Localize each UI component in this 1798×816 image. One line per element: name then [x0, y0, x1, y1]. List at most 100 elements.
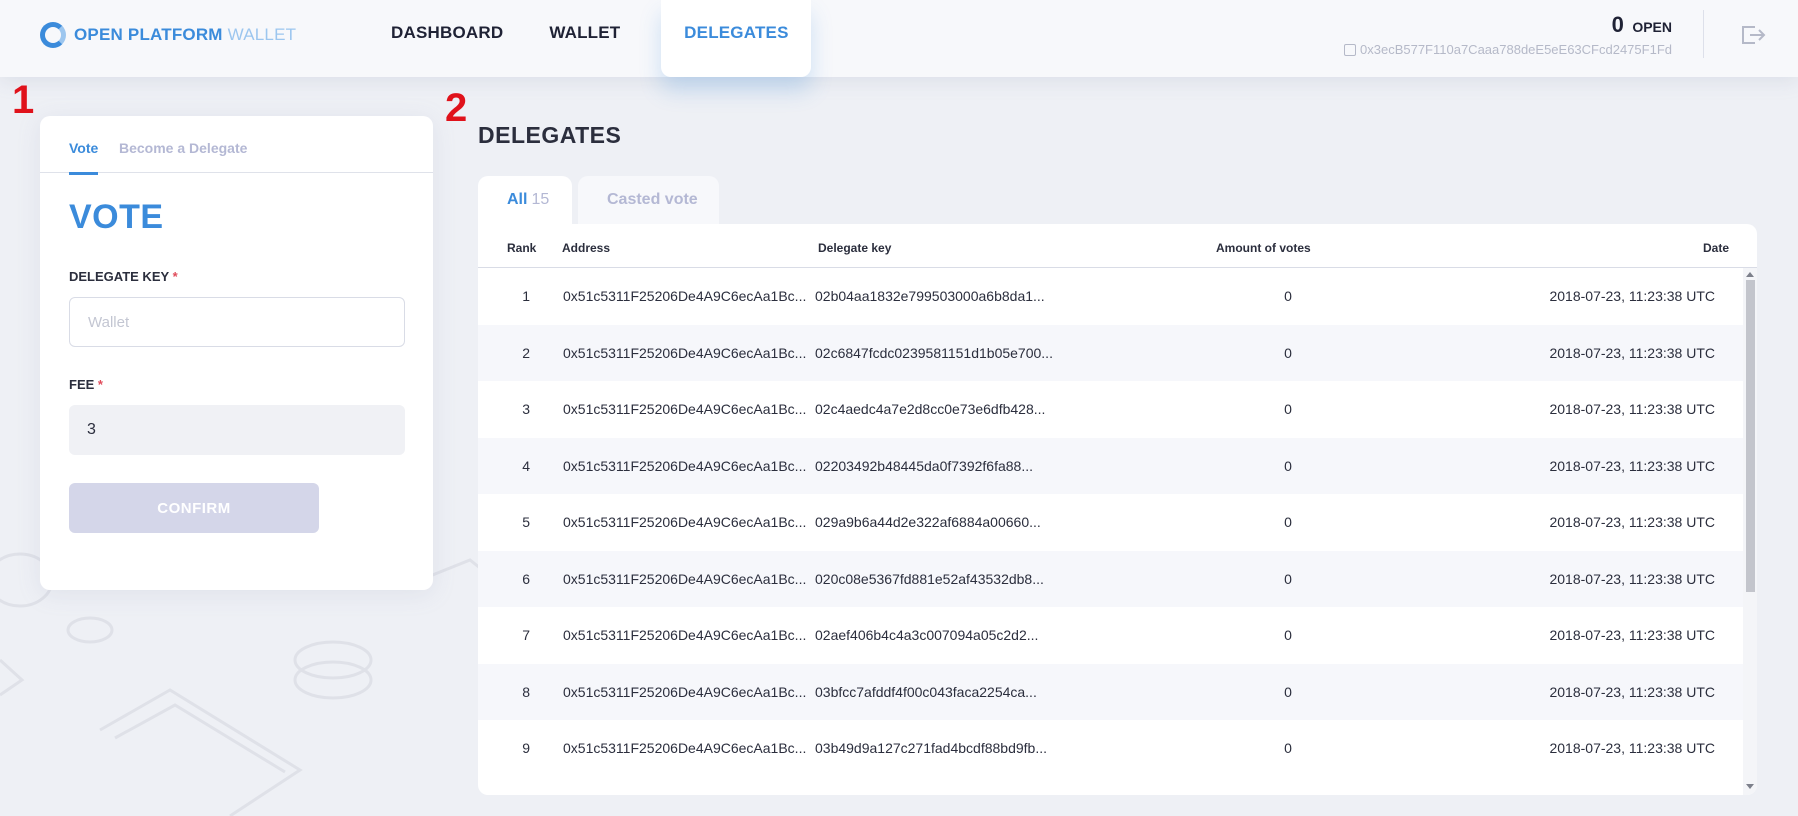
- scroll-thumb[interactable]: [1746, 280, 1755, 592]
- delegate-key-input[interactable]: [69, 297, 405, 347]
- nav-delegates[interactable]: DELEGATES: [661, 0, 812, 77]
- tab-vote[interactable]: Vote: [69, 140, 99, 175]
- cell-votes: 0: [1284, 683, 1292, 700]
- cell-address: 0x51c5311F25206De4A9C6ecAa1Bc...: [563, 570, 807, 587]
- cell-address: 0x51c5311F25206De4A9C6ecAa1Bc...: [563, 344, 807, 361]
- cell-date: 2018-07-23, 11:23:38 UTC: [1549, 288, 1715, 304]
- annotation-1: 1: [12, 78, 35, 122]
- confirm-button[interactable]: CONFIRM: [69, 483, 319, 533]
- logo-text-light: WALLET: [227, 25, 297, 44]
- cell-votes: 0: [1284, 740, 1292, 756]
- cell-rank: 5: [522, 514, 530, 530]
- cell-rank: 9: [522, 740, 530, 756]
- cell-address: 0x51c5311F25206De4A9C6ecAa1Bc...: [563, 627, 807, 643]
- cell-delegate-key: 03bfcc7afddf4f00c043faca2254ca...: [815, 683, 1037, 700]
- cell-rank: 3: [522, 401, 530, 417]
- app-logo[interactable]: OPEN PLATFORM WALLET: [40, 22, 296, 48]
- cell-address: 0x51c5311F25206De4A9C6ecAa1Bc...: [563, 288, 807, 304]
- cell-votes: 0: [1284, 514, 1292, 530]
- fee-input[interactable]: [69, 405, 405, 455]
- table-row[interactable]: 3 0x51c5311F25206De4A9C6ecAa1Bc... 02c4aed…: [478, 381, 1757, 438]
- table-row[interactable]: 2 0x51c5311F25206De4A9C6ecAa1Bc... 02c6847…: [478, 324, 1757, 381]
- cell-rank: 1: [522, 288, 530, 304]
- fee-label: FEE *: [69, 377, 103, 392]
- cell-votes: 0: [1284, 570, 1292, 587]
- cell-rank: 8: [522, 683, 530, 700]
- top-header: OPEN PLATFORM WALLET DASHBOARD WALLET DE…: [0, 0, 1798, 77]
- cell-date: 2018-07-23, 11:23:38 UTC: [1549, 401, 1715, 417]
- tab-all-count: 15: [531, 191, 550, 208]
- wallet-address: 0x3ecB577F110a7Caaa788deE5eE63CFcd2475F1…: [1360, 42, 1672, 57]
- cell-delegate-key: 02c6847fcdc0239581151d1b05e700...: [815, 344, 1053, 361]
- balance-display: 0 OPEN 0x3ecB577F110a7Caaa788deE5eE63CFc…: [1344, 12, 1672, 57]
- annotation-2: 2: [445, 86, 468, 130]
- cell-delegate-key: 02aef406b4c4a3c007094a05c2d2...: [815, 627, 1039, 643]
- col-address[interactable]: Address: [562, 241, 610, 255]
- delegates-table: Rank Address Delegate key Amount of vote…: [478, 224, 1757, 795]
- table-row[interactable]: 6 0x51c5311F25206De4A9C6ecAa1Bc... 020c08e…: [478, 550, 1757, 607]
- cell-delegate-key: 02203492b48445da0f7392f6fa88...: [815, 457, 1033, 474]
- cell-delegate-key: 02c4aedc4a7e2d8cc0e73e6dfb428...: [815, 401, 1046, 417]
- table-row[interactable]: 5 0x51c5311F25206De4A9C6ecAa1Bc... 029a9b6…: [478, 494, 1757, 551]
- header-divider: [1703, 10, 1704, 58]
- cell-date: 2018-07-23, 11:23:38 UTC: [1549, 740, 1715, 756]
- logo-text-bold: OPEN PLATFORM: [74, 25, 223, 44]
- tab-become-delegate[interactable]: Become a Delegate: [119, 140, 247, 156]
- logout-icon[interactable]: [1740, 24, 1766, 46]
- vote-card-tabs: Vote Become a Delegate: [40, 116, 433, 175]
- table-row[interactable]: 8 0x51c5311F25206De4A9C6ecAa1Bc... 03bfcc7…: [478, 663, 1757, 720]
- col-delegate-key[interactable]: Delegate key: [818, 241, 891, 255]
- vote-card: Vote Become a Delegate VOTE DELEGATE KEY…: [40, 116, 433, 590]
- cell-delegate-key: 020c08e5367fd881e52af43532db8...: [815, 570, 1044, 587]
- cell-rank: 7: [522, 627, 530, 643]
- scroll-down-arrow[interactable]: [1746, 784, 1754, 789]
- logo-text: OPEN PLATFORM WALLET: [74, 25, 296, 45]
- tab-all[interactable]: All 15: [478, 176, 572, 224]
- table-row[interactable]: 4 0x51c5311F25206De4A9C6ecAa1Bc... 0220349…: [478, 437, 1757, 494]
- nav-wallet[interactable]: WALLET: [526, 0, 643, 77]
- col-amount-of-votes[interactable]: Amount of votes: [1216, 241, 1311, 255]
- tab-all-label: All: [507, 191, 528, 208]
- table-row[interactable]: 7 0x51c5311F25206De4A9C6ecAa1Bc... 02aef40…: [478, 607, 1757, 664]
- cell-rank: 2: [522, 344, 530, 361]
- cell-date: 2018-07-23, 11:23:38 UTC: [1549, 627, 1715, 643]
- cell-date: 2018-07-23, 11:23:38 UTC: [1549, 344, 1715, 361]
- required-mark: *: [97, 377, 103, 392]
- cell-votes: 0: [1284, 344, 1292, 361]
- col-rank[interactable]: Rank: [507, 241, 536, 255]
- cell-date: 2018-07-23, 11:23:38 UTC: [1549, 570, 1715, 587]
- cell-votes: 0: [1284, 288, 1292, 304]
- tab-casted-vote[interactable]: Casted vote: [578, 176, 719, 224]
- scroll-up-arrow[interactable]: [1746, 272, 1754, 277]
- cell-delegate-key: 02b04aa1832e799503000a6b8da1...: [815, 288, 1045, 304]
- table-header: Rank Address Delegate key Amount of vote…: [478, 224, 1757, 268]
- wallet-address-row[interactable]: 0x3ecB577F110a7Caaa788deE5eE63CFcd2475F1…: [1344, 42, 1672, 57]
- cell-date: 2018-07-23, 11:23:38 UTC: [1549, 683, 1715, 700]
- cell-address: 0x51c5311F25206De4A9C6ecAa1Bc...: [563, 683, 807, 700]
- cell-date: 2018-07-23, 11:23:38 UTC: [1549, 514, 1715, 530]
- cell-address: 0x51c5311F25206De4A9C6ecAa1Bc...: [563, 740, 807, 756]
- nav-dashboard[interactable]: DASHBOARD: [368, 0, 526, 77]
- copy-icon[interactable]: [1344, 43, 1356, 56]
- page-title: DELEGATES: [478, 122, 622, 148]
- cell-delegate-key: 03b49d9a127c271fad4bcdf88bd9fb...: [815, 740, 1047, 756]
- cell-rank: 4: [522, 457, 530, 474]
- cell-date: 2018-07-23, 11:23:38 UTC: [1549, 457, 1715, 474]
- table-row[interactable]: 9 0x51c5311F25206De4A9C6ecAa1Bc... 03b49d9…: [478, 720, 1757, 777]
- cell-votes: 0: [1284, 457, 1292, 474]
- delegates-tabs: All 15 Casted vote: [478, 176, 719, 224]
- required-mark: *: [172, 269, 178, 284]
- vote-title: VOTE: [69, 198, 164, 236]
- cell-votes: 0: [1284, 627, 1292, 643]
- table-scrollbar[interactable]: [1743, 268, 1757, 795]
- cell-address: 0x51c5311F25206De4A9C6ecAa1Bc...: [563, 401, 807, 417]
- table-body: 1 0x51c5311F25206De4A9C6ecAa1Bc... 02b04aa…: [478, 268, 1757, 777]
- table-row[interactable]: 1 0x51c5311F25206De4A9C6ecAa1Bc... 02b04aa…: [478, 268, 1757, 325]
- cell-rank: 6: [522, 570, 530, 587]
- main-nav: DASHBOARD WALLET DELEGATES: [368, 0, 812, 77]
- col-date[interactable]: Date: [1703, 241, 1729, 255]
- delegate-key-label-text: DELEGATE KEY: [69, 269, 169, 284]
- balance-currency: OPEN: [1632, 19, 1672, 35]
- balance-value: 0: [1611, 12, 1624, 37]
- cell-delegate-key: 029a9b6a44d2e322af6884a00660...: [815, 514, 1041, 530]
